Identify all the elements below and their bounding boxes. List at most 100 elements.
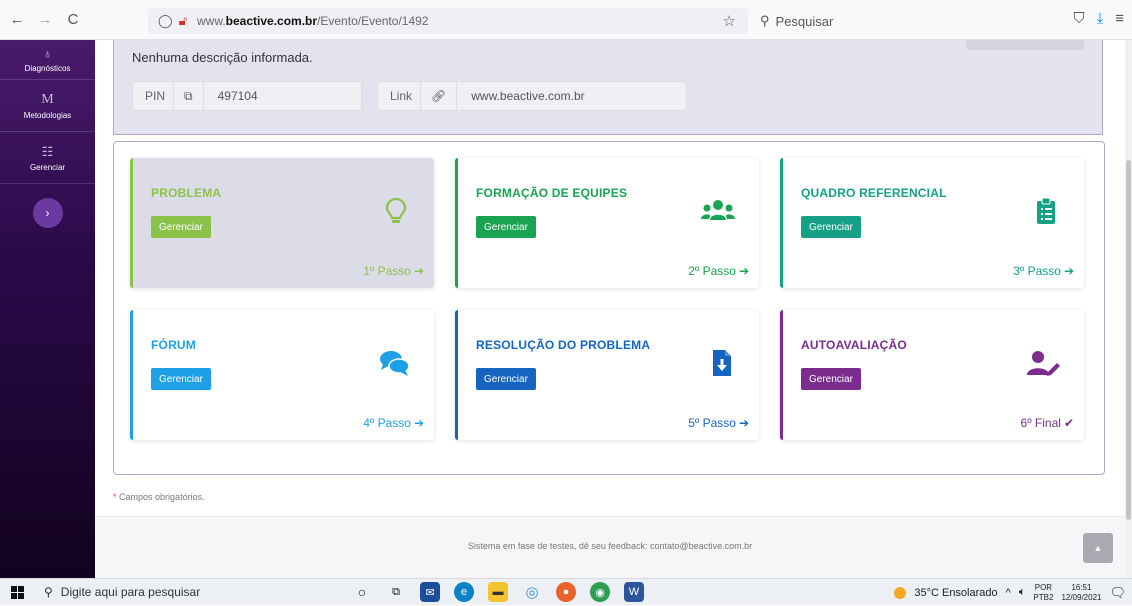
shield-icon[interactable]: ◯: [158, 13, 173, 29]
manage-button[interactable]: Gerenciar: [151, 216, 211, 238]
step-label: 6º Final: [1020, 416, 1061, 430]
card-title: PROBLEMA: [151, 186, 222, 200]
clock-date: 12/09/2021: [1061, 592, 1102, 602]
sidebar: ♁ Diagnósticos M Metodologias ☷ Gerencia…: [0, 40, 95, 578]
arrow-right-icon: ➔: [1063, 264, 1074, 278]
os-taskbar: ⚲ Digite aqui para pesquisar ○ ⧉ ✉ e ▬ ◎…: [0, 578, 1132, 605]
scrollbar-thumb[interactable]: [1126, 160, 1131, 520]
url-domain: beactive.com.br: [225, 14, 318, 28]
manage-button[interactable]: Gerenciar: [801, 368, 861, 390]
task-view-icon[interactable]: ⧉: [386, 582, 406, 602]
user-edit-icon: [1027, 351, 1060, 376]
copy-icon[interactable]: ⧉: [173, 82, 204, 110]
pocket-icon[interactable]: ⛉: [1073, 10, 1084, 27]
steps-panel: PROBLEMA Gerenciar 1º Passo ➔ FORMAÇÃO D…: [113, 141, 1105, 475]
list-icon: ☷: [41, 143, 54, 159]
top-action-button[interactable]: [966, 40, 1084, 50]
search-icon: ⚲: [760, 13, 770, 28]
app-ring-icon[interactable]: ◎: [522, 582, 542, 602]
step-label: 5º Passo: [688, 416, 736, 430]
notification-icon[interactable]: 🗨︎: [1109, 585, 1126, 601]
team-icon: [701, 200, 735, 220]
lightbulb-icon: [385, 197, 407, 223]
edge-icon[interactable]: e: [454, 582, 474, 602]
sidebar-toggle-button[interactable]: ›: [32, 198, 63, 228]
required-marker: *: [113, 492, 117, 502]
lang-bottom: PTB2: [1033, 592, 1054, 602]
bookmark-star-icon[interactable]: ☆: [723, 12, 736, 30]
footer-text: Sistema em fase de testes, dê seu feedba…: [467, 541, 753, 551]
chat-icon: [380, 351, 410, 376]
browser-toolbar: ← → C ◯ 🔓︎ www. beactive.com.br/Evento/Ev…: [0, 0, 1132, 40]
taskbar-search-placeholder: Digite aqui para pesquisar: [60, 585, 201, 599]
stethoscope-icon: ♁: [42, 46, 53, 61]
scroll-to-top-button[interactable]: ▲: [1083, 533, 1113, 563]
weather-text[interactable]: 35°C Ensolarado: [914, 587, 997, 599]
step-label: 1º Passo: [363, 264, 411, 278]
cortana-icon[interactable]: ○: [352, 582, 372, 602]
card-title: QUADRO REFERENCIAL: [801, 186, 947, 200]
card-title: FÓRUM: [151, 338, 196, 352]
manage-button[interactable]: Gerenciar: [151, 368, 211, 390]
manage-button[interactable]: Gerenciar: [476, 216, 536, 238]
mail-icon[interactable]: ✉: [420, 582, 440, 602]
main-content: Nenhuma descrição informada. PIN ⧉ 49710…: [95, 40, 1125, 578]
taskbar-search-box[interactable]: ⚲ Digite aqui para pesquisar: [34, 579, 310, 606]
arrow-right-icon: ➔: [738, 264, 749, 278]
page-scrollbar[interactable]: [1125, 40, 1132, 578]
search-placeholder: Pesquisar: [775, 13, 834, 29]
step-indicator: 1º Passo ➔: [363, 264, 424, 278]
arrow-right-icon: ➔: [738, 416, 749, 430]
firefox-icon[interactable]: ●: [556, 582, 576, 602]
address-bar[interactable]: ◯ 🔓︎ www. beactive.com.br/Evento/Evento/1…: [148, 8, 748, 34]
step-indicator: 4º Passo ➔: [363, 416, 424, 430]
windows-start-button[interactable]: [0, 585, 34, 599]
file-explorer-icon[interactable]: ▬: [488, 582, 508, 602]
link-label: Link: [390, 89, 413, 103]
sidebar-item-label: Metodologias: [23, 110, 72, 120]
clipboard-icon: [1037, 197, 1055, 224]
chrome-icon[interactable]: ◉: [590, 582, 610, 602]
sidebar-item-diagnosticos[interactable]: ♁ Diagnósticos: [0, 40, 95, 80]
reload-button[interactable]: C: [62, 9, 84, 31]
word-icon[interactable]: W: [624, 582, 644, 602]
manage-button[interactable]: Gerenciar: [801, 216, 861, 238]
speaker-icon[interactable]: 🔈︎: [1019, 586, 1026, 599]
event-info-panel: Nenhuma descrição informada. PIN ⧉ 49710…: [113, 40, 1103, 135]
lang-top: POR: [1034, 582, 1053, 592]
browser-search-box[interactable]: ⚲ Pesquisar: [752, 8, 1052, 34]
tray-chevron-icon[interactable]: ^: [1006, 587, 1011, 599]
lock-icon[interactable]: 🔓︎: [179, 13, 187, 29]
language-indicator[interactable]: POR PTB2: [1033, 583, 1053, 603]
menu-icon[interactable]: ≡: [1115, 10, 1124, 27]
required-text: Campos obrigatórios.: [119, 492, 205, 502]
required-fields-note: * Campos obrigatórios.: [113, 492, 205, 502]
sidebar-item-metodologias[interactable]: M Metodologias: [0, 80, 95, 132]
arrow-right-icon: ➔: [413, 416, 424, 430]
card-title: AUTOAVALIAÇÃO: [801, 338, 907, 352]
file-download-icon: [713, 350, 731, 376]
manage-button[interactable]: Gerenciar: [476, 368, 536, 390]
step-label: 3º Passo: [1013, 264, 1061, 278]
weather-sun-icon: [894, 586, 907, 599]
card-title: RESOLUÇÃO DO PROBLEMA: [476, 338, 651, 352]
back-button[interactable]: ←: [6, 9, 28, 31]
pin-label: PIN: [145, 89, 166, 103]
forward-button[interactable]: →: [34, 9, 56, 31]
url-prefix: www.: [197, 14, 226, 28]
step-card-forum: FÓRUM Gerenciar 4º Passo ➔: [130, 310, 434, 440]
search-icon: ⚲: [44, 585, 53, 599]
pin-value: 497104: [217, 89, 258, 103]
link-field: Link 🔗︎ www.beactive.com.br: [377, 81, 687, 111]
link-icon[interactable]: 🔗︎: [420, 82, 458, 110]
download-icon[interactable]: ⤓: [1097, 10, 1104, 27]
step-indicator: 6º Final ✔: [1021, 416, 1074, 430]
sidebar-item-gerenciar[interactable]: ☷ Gerenciar: [0, 132, 95, 184]
clock[interactable]: 16:51 12/09/2021: [1061, 583, 1101, 603]
step-label: 4º Passo: [363, 416, 411, 430]
step-indicator: 5º Passo ➔: [688, 416, 749, 430]
url-path: /Evento/Evento/1492: [317, 14, 429, 28]
link-value: www.beactive.com.br: [471, 89, 585, 103]
footer: Sistema em fase de testes, dê seu feedba…: [95, 516, 1125, 578]
arrow-right-icon: ➔: [413, 264, 424, 278]
